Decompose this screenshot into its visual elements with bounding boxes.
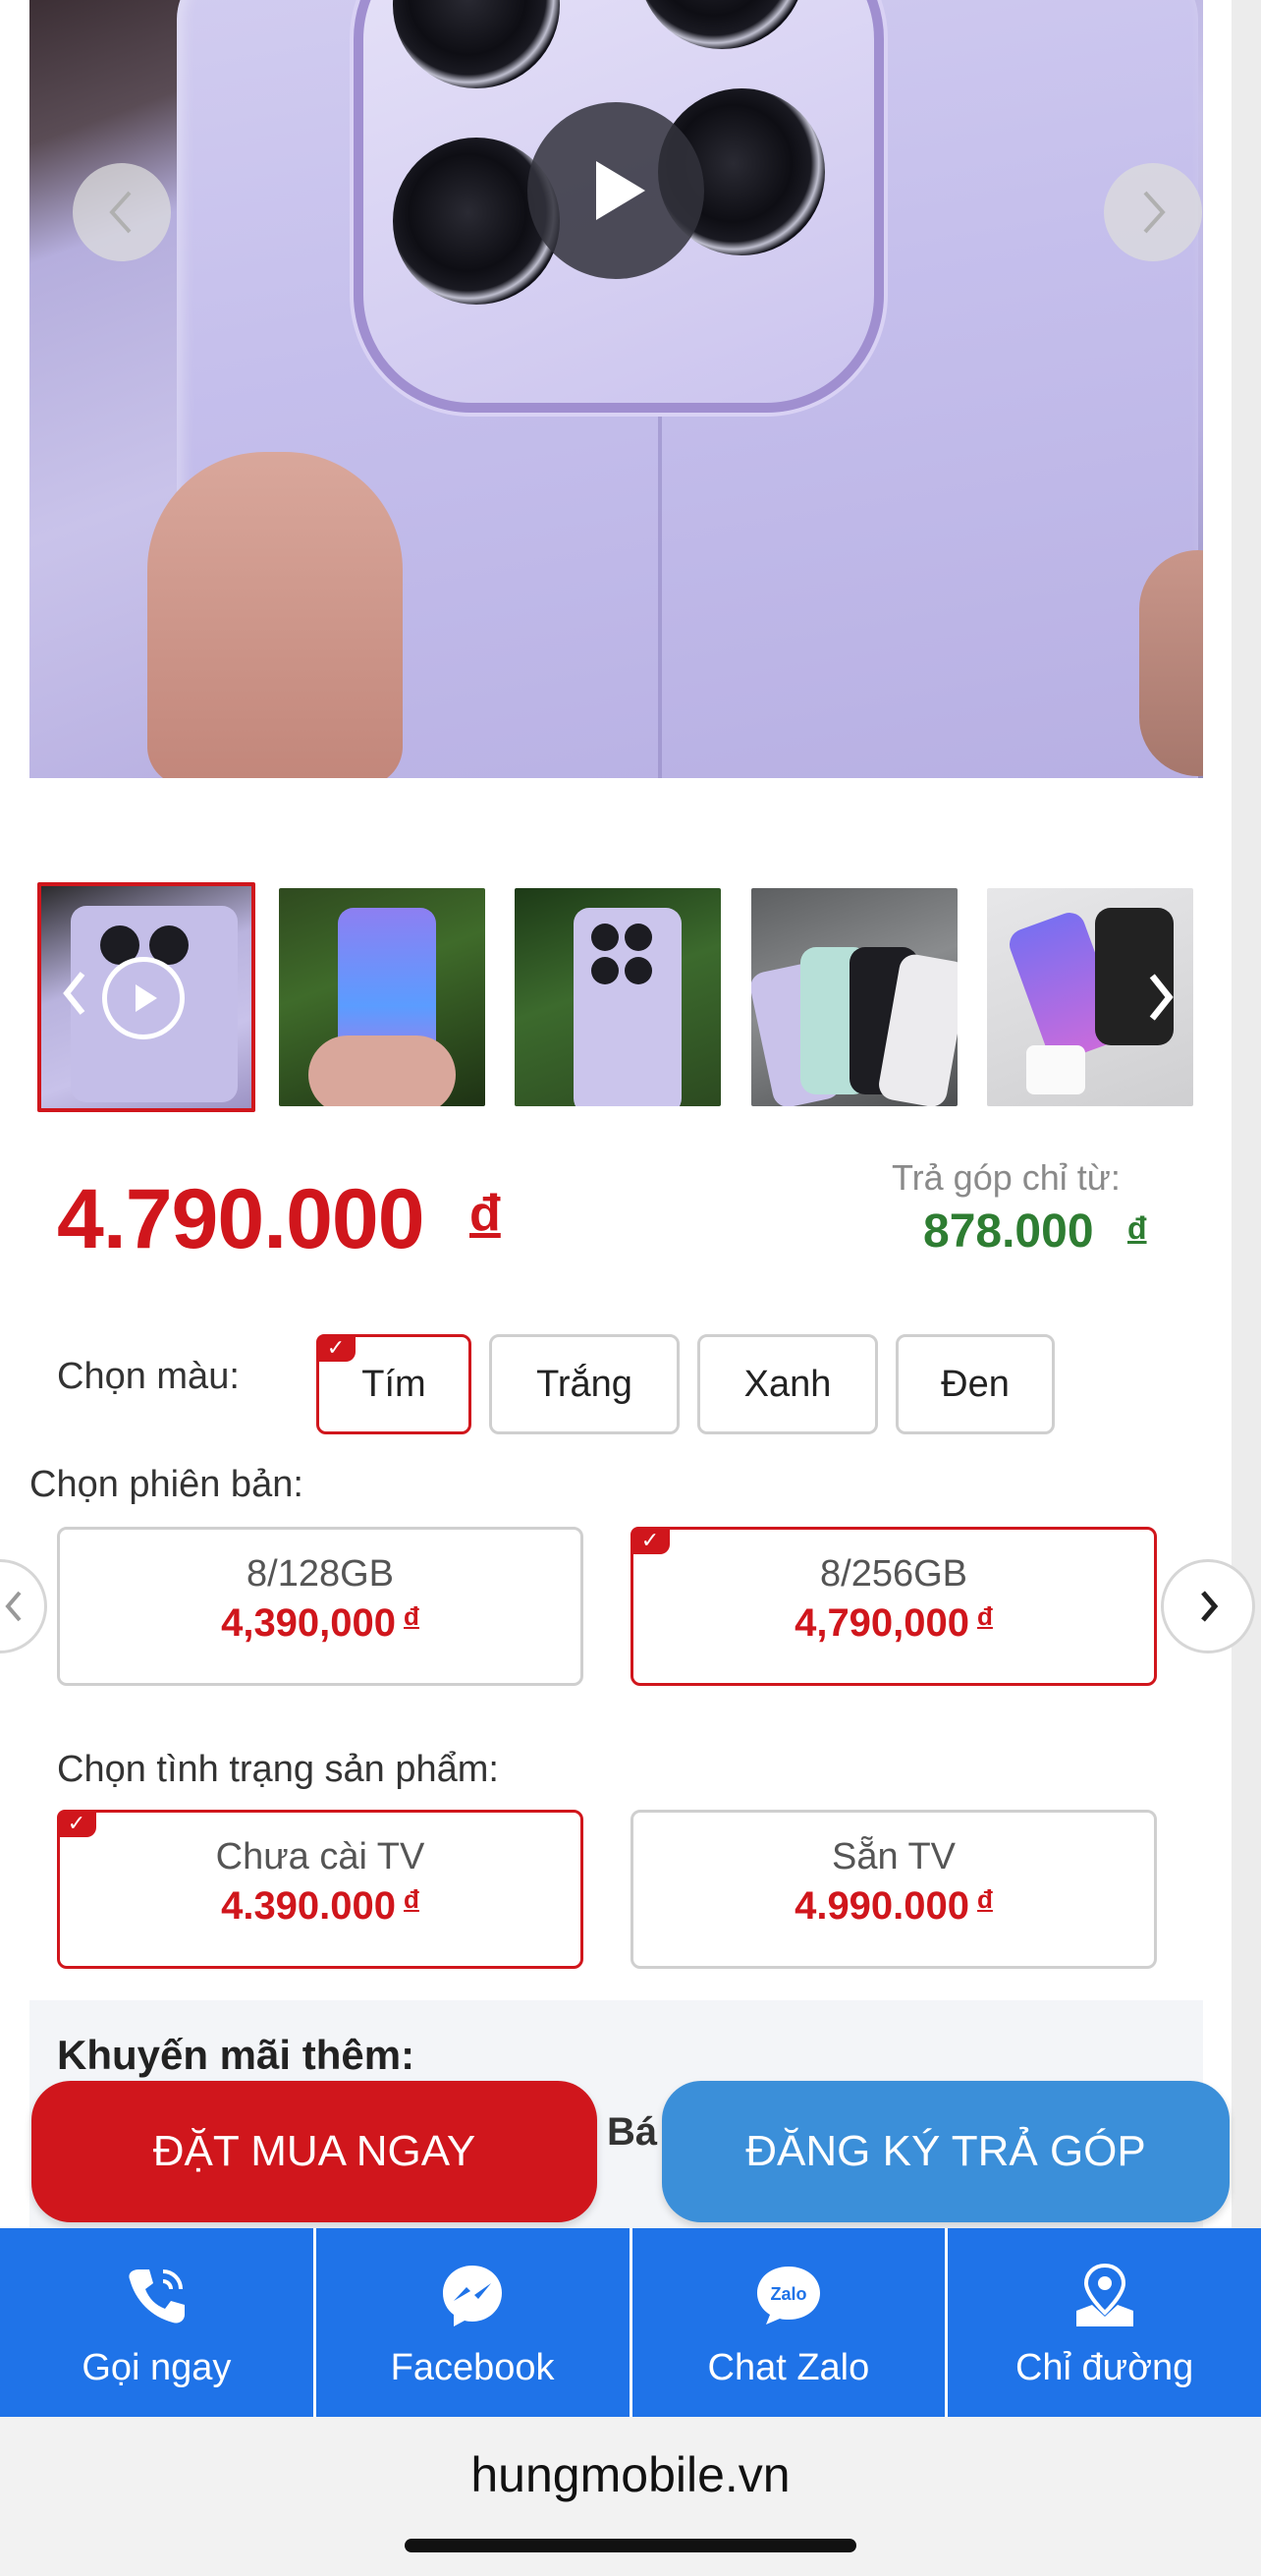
version-option-128[interactable]: 8/128GB 4,390,000 đ	[57, 1527, 583, 1686]
directions-label: Chỉ đường	[1014, 2346, 1194, 2388]
installment-price: 878.000	[923, 1205, 1094, 1258]
condition-price-currency: đ	[404, 1884, 419, 1914]
condition-price-currency: đ	[977, 1884, 993, 1914]
hand-thumb-illustration	[147, 452, 403, 778]
thumbnail-2[interactable]	[279, 888, 485, 1106]
promo-title: Khuyến mãi thêm:	[57, 2032, 415, 2078]
condition-option-san-tv[interactable]: Sẵn TV 4.990.000 đ	[630, 1810, 1157, 1969]
version-label: Chọn phiên bản:	[29, 1464, 303, 1505]
check-icon: ✓	[57, 1810, 96, 1837]
call-now-label: Gọi ngay	[82, 2346, 232, 2388]
condition-price: 4.990.000 đ	[633, 1884, 1154, 1929]
phone-icon	[122, 2257, 191, 2335]
chevron-left-icon	[109, 191, 132, 234]
version-price: 4,790,000 đ	[633, 1601, 1154, 1646]
zalo-icon: Zalo	[754, 2257, 823, 2335]
version-price-currency: đ	[977, 1601, 993, 1631]
chat-zalo-button[interactable]: Zalo Chat Zalo	[632, 2228, 949, 2417]
svg-text:Zalo: Zalo	[770, 2284, 806, 2304]
camera-lens	[393, 0, 560, 88]
condition-option-chua-cai-tv[interactable]: ✓ Chưa cài TV 4.390.000 đ	[57, 1810, 583, 1969]
hero-next-button[interactable]	[1104, 163, 1202, 261]
phone-seam	[658, 393, 662, 778]
thumb-lens	[625, 957, 652, 984]
condition-price-value: 4.390.000	[221, 1884, 397, 1928]
thumbnail-video[interactable]	[37, 882, 255, 1112]
chevron-left-icon	[5, 1591, 22, 1622]
version-option-256[interactable]: ✓ 8/256GB 4,790,000 đ	[630, 1527, 1157, 1686]
hero-prev-button[interactable]	[73, 163, 171, 261]
map-pin-icon	[1070, 2257, 1139, 2335]
condition-label: Chọn tình trạng sản phẩm:	[57, 1749, 499, 1790]
version-prev-button[interactable]	[0, 1559, 47, 1653]
facebook-button[interactable]: Facebook	[316, 2228, 632, 2417]
check-icon: ✓	[630, 1527, 670, 1554]
page-side-strip	[1232, 0, 1261, 2230]
bottom-contact-bar: Gọi ngay Facebook Zalo Chat Zalo Chỉ đườ…	[0, 2228, 1261, 2417]
color-option-den[interactable]: Đen	[896, 1334, 1055, 1434]
thumbnail-4[interactable]	[751, 888, 958, 1106]
version-next-button[interactable]	[1161, 1559, 1255, 1653]
color-option-label: Tím	[361, 1363, 426, 1405]
version-price-currency: đ	[404, 1601, 419, 1631]
home-indicator[interactable]	[405, 2539, 856, 2552]
thumb-lens	[591, 924, 619, 951]
order-now-button[interactable]: ĐẶT MUA NGAY	[31, 2081, 597, 2222]
version-price-value: 4,390,000	[221, 1601, 397, 1645]
thumbnail-5[interactable]	[987, 888, 1193, 1106]
chevron-right-icon	[1143, 191, 1166, 234]
chevron-right-icon	[1201, 1591, 1219, 1622]
chat-zalo-label: Chat Zalo	[707, 2346, 870, 2388]
thumb-charger	[1026, 1045, 1085, 1094]
hand-finger-illustration	[1139, 550, 1203, 776]
version-name: 8/256GB	[820, 1553, 967, 1595]
video-play-button[interactable]	[527, 102, 704, 279]
color-option-xanh[interactable]: Xanh	[697, 1334, 878, 1434]
product-price: 4.790.000	[57, 1172, 425, 1266]
condition-price: 4.390.000 đ	[60, 1884, 580, 1929]
color-label: Chọn màu:	[57, 1356, 240, 1397]
color-option-tim[interactable]: ✓ Tím	[316, 1334, 471, 1434]
messenger-icon	[438, 2257, 507, 2335]
thumb-hand	[308, 1036, 456, 1106]
directions-button[interactable]: Chỉ đường	[948, 2228, 1261, 2417]
condition-name: Sẵn TV	[831, 1836, 957, 1877]
condition-price-value: 4.990.000	[795, 1884, 970, 1928]
version-name: 8/128GB	[247, 1553, 394, 1595]
color-option-trang[interactable]: Trắng	[489, 1334, 680, 1434]
thumb-lens	[625, 924, 652, 951]
version-price-value: 4,790,000	[795, 1601, 970, 1645]
play-icon	[596, 161, 645, 220]
camera-lens	[638, 0, 805, 49]
installment-register-button[interactable]: ĐĂNG KÝ TRẢ GÓP	[662, 2081, 1230, 2222]
version-price: 4,390,000 đ	[60, 1601, 580, 1646]
price-currency: đ	[469, 1185, 501, 1242]
thumb-next-icon[interactable]	[1144, 971, 1179, 1024]
condition-name: Chưa cài TV	[215, 1836, 425, 1877]
installment-label: Trả góp chỉ từ:	[892, 1157, 1121, 1198]
thumb-prev-icon[interactable]	[59, 969, 88, 1018]
thumb-play-icon	[102, 957, 185, 1039]
url-display[interactable]: hungmobile.vn	[0, 2446, 1261, 2503]
color-option-label: Trắng	[536, 1363, 632, 1405]
call-now-button[interactable]: Gọi ngay	[0, 2228, 316, 2417]
color-option-label: Xanh	[743, 1363, 832, 1405]
color-option-label: Đen	[941, 1363, 1010, 1405]
promo-partial-text: Bá	[607, 2110, 658, 2154]
installment-currency: đ	[1127, 1210, 1147, 1246]
thumb-lens	[591, 957, 619, 984]
thumbnail-3[interactable]	[515, 888, 721, 1106]
check-icon: ✓	[316, 1334, 356, 1362]
facebook-label: Facebook	[390, 2346, 555, 2388]
